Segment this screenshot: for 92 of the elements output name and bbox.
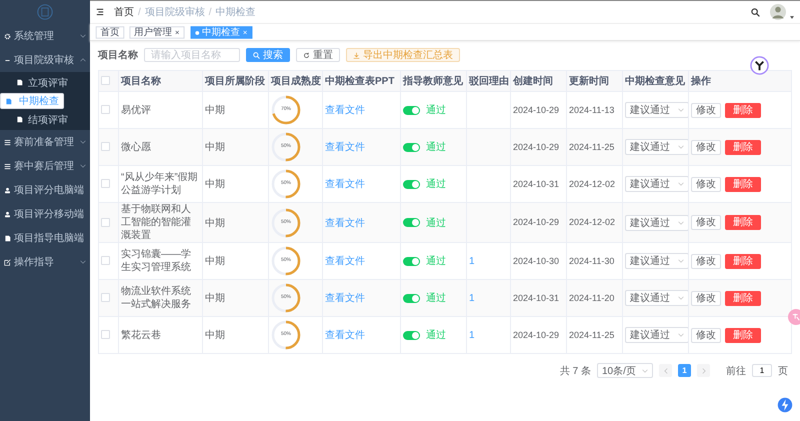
table-cell-text: 基于物联网和人工智能的智能灌溉装置 (121, 203, 192, 242)
table-cell: 2024-10-31 (513, 292, 560, 302)
table-cell-text: 易优评 (121, 104, 152, 116)
field-label: 项目名称 (98, 48, 138, 62)
sidebar-item[interactable]: 系统管理 (0, 24, 90, 48)
column-header: 操作 (691, 76, 711, 87)
edit-button[interactable]: 修改 (691, 215, 721, 230)
edit-button[interactable]: 修改 (691, 290, 721, 306)
opinion-select[interactable]: 建议通过 (625, 290, 689, 306)
search-field[interactable]: 请输入项目名称 (144, 48, 240, 62)
table-cell: 1 (469, 292, 475, 304)
table-cell-text: “风从少年来”假期公益游学计划 (121, 171, 199, 197)
breadcrumb-item[interactable]: 首页 (114, 5, 134, 19)
breadcrumb-separator: / (208, 6, 212, 18)
breadcrumb-separator: / (138, 6, 141, 18)
table-cell: 中期 (205, 179, 225, 190)
status-label: 通过 (426, 104, 446, 117)
delete-button[interactable]: 删除 (725, 254, 761, 268)
submenu-item[interactable]: 立项评审 (0, 72, 90, 93)
table-cell: 2024-11-13 (569, 104, 614, 114)
table-cell: 2024-11-25 (569, 330, 614, 340)
table-cell: 2024-12-02 (569, 217, 616, 227)
edit-button[interactable]: 修改 (691, 176, 721, 192)
delete-button[interactable]: 删除 (725, 140, 761, 154)
sidebar-item[interactable]: 项目评分电脑端 (0, 178, 90, 202)
opinion-select[interactable]: 建议通过 (625, 253, 689, 269)
sidebar-item[interactable]: 项目评分移动端 (0, 202, 90, 226)
column-header: 创建时间 (513, 76, 553, 87)
column-header: 项目所属阶段 (205, 76, 265, 87)
table-cell: 2024-11-25 (569, 142, 614, 152)
opinion-select[interactable]: 建议通过 (625, 176, 689, 192)
opinion-select[interactable]: 建议通过 (625, 102, 689, 118)
status-label: 通过 (426, 216, 446, 230)
sidebar-item[interactable]: 项目院级审核 (0, 48, 90, 72)
sidebar-item[interactable]: 赛中赛后管理 (0, 154, 90, 178)
status-label: 通过 (426, 328, 446, 342)
column-header: 项目名称 (121, 76, 161, 87)
delete-button[interactable]: 删除 (725, 102, 761, 118)
table-cell: 中期 (205, 330, 225, 341)
page-suffix: 页 (778, 364, 788, 378)
table-cell-text: 微心愿 (121, 140, 152, 154)
table-cell: 2024-11-20 (569, 292, 614, 302)
table-cell: 中期 (205, 142, 225, 153)
reset-button[interactable]: 重置 (296, 48, 340, 62)
column-header: 中期检查表PPT (325, 76, 394, 87)
opinion-select[interactable]: 建议通过 (625, 139, 689, 155)
delete-button[interactable]: 删除 (725, 328, 761, 342)
page-size-select[interactable]: 10条/页 (597, 363, 653, 378)
table-cell: 2024-10-29 (513, 330, 560, 340)
table-cell: 2024-10-30 (513, 256, 560, 266)
status-label: 通过 (426, 292, 446, 305)
table-cell: 中期 (205, 105, 225, 116)
table-cell: 2024-11-30 (569, 256, 614, 266)
breadcrumb-item: 中期检查 (216, 6, 256, 19)
edit-button[interactable]: 修改 (691, 102, 721, 118)
opinion-select[interactable]: 建议通过 (625, 327, 689, 343)
table-cell: 1 (469, 256, 475, 266)
edit-button[interactable]: 修改 (691, 140, 721, 154)
column-header: 更新时间 (569, 76, 609, 87)
delete-button[interactable]: 删除 (725, 176, 761, 192)
sidebar-item[interactable]: 项目指导电脑端 (0, 226, 90, 250)
edit-button[interactable]: 修改 (691, 254, 721, 268)
table-cell: 2024-10-29 (513, 104, 560, 114)
status-label: 通过 (426, 178, 446, 191)
sidebar-item[interactable]: 操作指导 (0, 250, 90, 274)
sidebar-item[interactable]: 赛前准备管理 (0, 130, 90, 154)
table-cell: 2024-10-29 (513, 217, 560, 227)
table-cell: 2024-10-29 (513, 142, 560, 152)
submenu-item[interactable]: 结项评审 (0, 109, 90, 130)
table-cell: 中期 (205, 218, 225, 228)
goto-label: 前往 (726, 364, 746, 378)
table-cell: 中期 (205, 293, 225, 304)
tab[interactable]: 首页 (96, 26, 124, 38)
table-cell: 1 (469, 330, 475, 340)
table-cell-text: 实习锦囊——学生实习管理系统 (121, 248, 192, 274)
page-input[interactable]: 1 (752, 364, 772, 377)
table-cell: 中期 (205, 256, 225, 267)
delete-button[interactable]: 删除 (725, 215, 761, 230)
column-header: 项目成熟度 (271, 76, 321, 87)
delete-button[interactable]: 删除 (725, 290, 761, 306)
column-header: 中期检查意见 (625, 76, 685, 87)
table-cell: 2024-10-31 (513, 178, 560, 188)
column-header: 驳回理由 (469, 76, 509, 87)
opinion-select[interactable]: 建议通过 (625, 214, 689, 230)
table-cell-text: 物流业软件系统一站式解决服务 (121, 285, 192, 311)
status-label: 通过 (426, 254, 446, 268)
total-count: 共 7 条 (560, 364, 591, 378)
table-cell-text: 繁花云巷 (121, 328, 162, 342)
edit-button[interactable]: 修改 (691, 328, 721, 342)
table-cell: 2024-12-02 (569, 178, 616, 188)
status-label: 通过 (426, 140, 446, 154)
column-header: 指导教师意见 (403, 76, 463, 87)
